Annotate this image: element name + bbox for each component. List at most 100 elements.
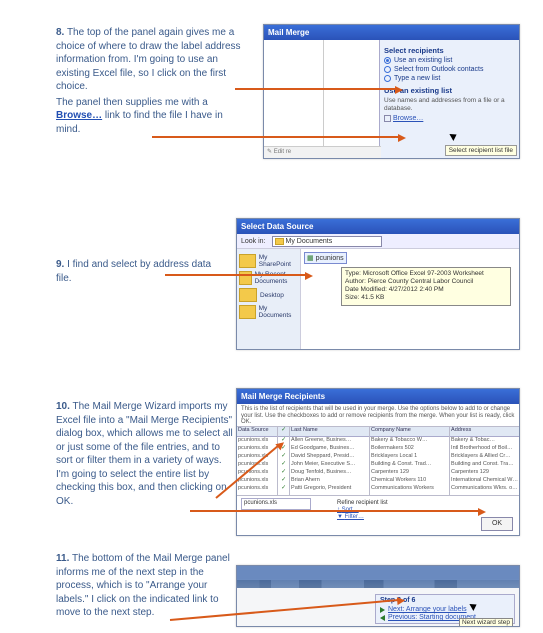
table-row[interactable]: Building & Const. Trad… <box>370 461 449 469</box>
option-outlook-label: Select from Outlook contacts <box>394 66 483 73</box>
table-row[interactable]: Allen Greene, Busines… <box>290 437 369 445</box>
table-row[interactable]: pcunions.xls <box>237 485 277 493</box>
cursor-icon <box>471 602 479 612</box>
filter-link[interactable]: ▼ Filter… <box>337 514 388 520</box>
col-header-check[interactable]: ✓ <box>278 427 289 437</box>
col-header-company[interactable]: Company Name <box>370 427 449 437</box>
step-9-screenshot: Select Data Source Look in: My Documents… <box>236 218 520 350</box>
folder-icon <box>275 238 284 245</box>
row-checkbox[interactable]: ✓ <box>280 453 287 460</box>
select-data-source-title: Select Data Source <box>237 219 519 234</box>
document-left-pane <box>264 40 324 158</box>
dialog-description: This is the list of recipients that will… <box>237 404 519 428</box>
row-checkbox[interactable]: ✓ <box>280 461 287 468</box>
radio-icon <box>384 66 391 73</box>
step-9-number: 9. <box>56 259 64 270</box>
step-10-body: The Mail Merge Wizard imports my Excel f… <box>56 401 233 507</box>
step-10-text: 10. The Mail Merge Wizard imports my Exc… <box>56 400 236 508</box>
background-art <box>237 566 519 588</box>
place-desktop[interactable]: Desktop <box>239 288 298 302</box>
option-outlook-contacts[interactable]: Select from Outlook contacts <box>384 66 515 73</box>
col-header-source[interactable]: Data Source <box>237 427 277 437</box>
file-pcunions[interactable]: ▦ pcunions <box>304 252 347 264</box>
table-row[interactable]: Carpenters 129 <box>370 469 449 477</box>
step-8-body-b: The panel then supplies me with a <box>56 97 208 108</box>
table-row[interactable]: Chemical Workers 110 <box>370 477 449 485</box>
table-row[interactable]: pcunions.xls <box>237 477 277 485</box>
table-row[interactable]: Bricklayers & Allied Cr… <box>450 453 519 461</box>
next-step-tooltip: Next wizard step <box>459 618 513 627</box>
option-type-new-label: Type a new list <box>394 75 440 82</box>
ok-button[interactable]: OK <box>481 517 513 531</box>
look-in-value: My Documents <box>286 238 333 245</box>
filename: pcunions <box>316 255 344 262</box>
option-type-new-list[interactable]: Type a new list <box>384 75 515 82</box>
next-label: Next: Arrange your labels <box>388 606 467 613</box>
table-row[interactable]: Bakery & Tobacco W… <box>370 437 449 445</box>
row-checkbox[interactable]: ✓ <box>280 477 287 484</box>
arrow-right-icon <box>380 607 385 613</box>
col-header-address[interactable]: Address <box>450 427 519 437</box>
option-existing-list[interactable]: Use an existing list <box>384 57 515 64</box>
look-in-row: Look in: My Documents <box>237 234 519 249</box>
step-11-screenshot: Step 3 of 6 Next: Arrange your labels Pr… <box>236 565 520 627</box>
step-9-body: I find and select by address data file. <box>56 259 211 284</box>
browse-icon <box>384 115 391 122</box>
arrow-left-icon <box>380 615 385 621</box>
table-row[interactable]: Building and Const. Tra… <box>450 461 519 469</box>
table-row[interactable]: Intl Brotherhood of Boil… <box>450 445 519 453</box>
table-row[interactable]: Brian Ahern <box>290 477 369 485</box>
option-existing-list-label: Use an existing list <box>394 57 452 64</box>
table-row[interactable]: pcunions.xls <box>237 437 277 445</box>
table-row[interactable]: John Meier, Executive S… <box>290 461 369 469</box>
table-row[interactable]: David Sheppard, Presid… <box>290 453 369 461</box>
callout-arrow <box>165 274 307 276</box>
step-11-body: The bottom of the Mail Merge panel infor… <box>56 553 230 618</box>
use-existing-list-desc: Use names and addresses from a file or a… <box>384 97 515 113</box>
step-8-body-a: The top of the panel again gives me a ch… <box>56 27 241 92</box>
browse-tooltip: Select recipient list file <box>445 145 517 156</box>
table-row[interactable]: Carpenters 129 <box>450 469 519 477</box>
table-row[interactable]: Ed Goodgame, Busines… <box>290 445 369 453</box>
mail-merge-recipients-title: Mail Merge Recipients <box>237 389 519 404</box>
table-row[interactable]: Boilermakers 502 <box>370 445 449 453</box>
folder-icon <box>239 305 256 319</box>
browse-link-in-text: Browse… <box>56 110 102 121</box>
places-bar: My SharePoint My Recent Documents Deskto… <box>237 249 301 349</box>
place-sharepoint[interactable]: My SharePoint <box>239 254 298 268</box>
data-source-box[interactable]: pcunions.xls <box>241 498 311 510</box>
edit-recipients-hint: ✎ Edit re <box>264 146 381 158</box>
place-mydocs[interactable]: My Documents <box>239 305 298 319</box>
col-header-name[interactable]: Last Name <box>290 427 369 437</box>
table-row[interactable]: pcunions.xls <box>237 453 277 461</box>
file-list-pane[interactable]: ▦ pcunions Type: Microsoft Office Excel … <box>301 249 519 349</box>
step-11-text: 11. The bottom of the Mail Merge panel i… <box>56 552 231 620</box>
dialog-footer: pcunions.xls Refine recipient list ↕ Sor… <box>237 495 519 535</box>
step-8-screenshot: Mail Merge Select recipients Use an exis… <box>263 24 520 159</box>
document-mid-pane <box>324 40 381 158</box>
folder-icon <box>239 254 256 268</box>
table-row[interactable]: International Chemical W… <box>450 477 519 485</box>
mail-merge-panel-title: Mail Merge <box>264 25 519 40</box>
radio-icon <box>384 75 391 82</box>
step-9-text: 9. I find and select by address data fil… <box>56 258 226 285</box>
table-row[interactable]: Patti Gregorio, President <box>290 485 369 493</box>
table-row[interactable]: Communications Wkrs. o… <box>450 485 519 493</box>
step-8-number: 8. <box>56 27 64 38</box>
step-8-text: 8. The top of the panel again gives me a… <box>56 26 246 136</box>
folder-icon <box>239 288 257 302</box>
callout-arrow <box>235 88 397 90</box>
look-in-dropdown[interactable]: My Documents <box>272 236 382 247</box>
row-checkbox[interactable]: ✓ <box>280 485 287 492</box>
callout-arrow <box>152 136 400 138</box>
recipients-grid[interactable]: Data Source pcunions.xls pcunions.xls pc… <box>237 426 519 496</box>
table-row[interactable]: Bricklayers Local 1 <box>370 453 449 461</box>
table-row[interactable]: Bakery & Tobac… <box>450 437 519 445</box>
table-row[interactable]: Doug Tenfold, Busines… <box>290 469 369 477</box>
browse-link[interactable]: Browse… <box>384 115 423 122</box>
radio-icon <box>384 57 391 64</box>
row-checkbox[interactable]: ✓ <box>280 469 287 476</box>
select-recipients-heading: Select recipients <box>384 46 515 55</box>
table-row[interactable]: Communications Workers <box>370 485 449 493</box>
next-step-link[interactable]: Next: Arrange your labels <box>380 606 510 613</box>
